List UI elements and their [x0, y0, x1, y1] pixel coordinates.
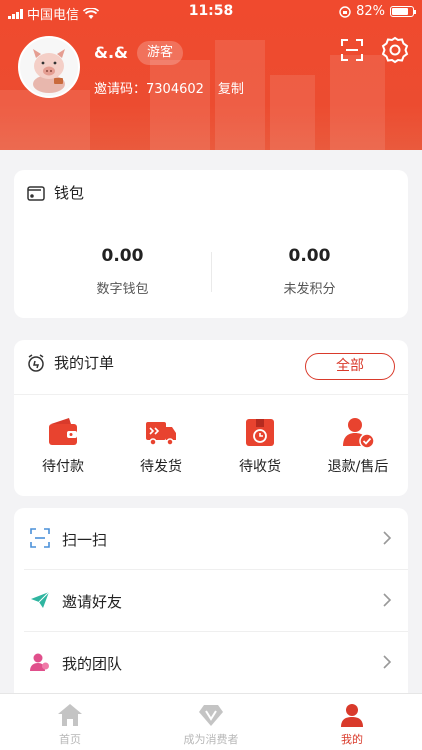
order-pending-payment[interactable]: 待付款 [14, 414, 112, 476]
profile-header: 中国电信 11:58 82% &.& 游客 邀请码：7304602 复制 [0, 0, 422, 150]
order-pending-receipt-label: 待收货 [239, 459, 281, 475]
digital-wallet-value: 0.00 [101, 246, 144, 266]
orders-divider [14, 394, 408, 395]
role-badge: 游客 [137, 41, 184, 65]
order-pending-receipt[interactable]: 待收货 [211, 414, 309, 476]
building-decoration [0, 90, 90, 150]
invite-code: 邀请码：7304602 [94, 82, 204, 97]
copy-button[interactable]: 复制 [218, 78, 244, 97]
building-decoration [270, 75, 315, 150]
gear-icon[interactable] [381, 36, 409, 64]
order-refund-aftersale-label: 退款/售后 [327, 459, 389, 475]
home-icon [58, 704, 82, 726]
orders-title-text: 我的订单 [54, 354, 115, 372]
scan-icon [30, 528, 50, 548]
profile-icon [341, 704, 363, 727]
menu-item-my-team[interactable]: 我的团队 [14, 632, 408, 694]
wallet-icon [49, 418, 77, 445]
orders-card: 我的订单 全部 待付款 待发货 待收货 退款/售后 [14, 340, 408, 496]
menu-item-my-team-label: 我的团队 [62, 655, 123, 673]
building-decoration [330, 55, 385, 150]
wallet-card: 钱包 0.00 数字钱包 0.00 未发积分 [14, 170, 408, 318]
menu-item-invite-friends-label: 邀请好友 [62, 593, 123, 611]
alarm-clock-icon [28, 353, 44, 372]
scan-icon[interactable] [340, 38, 364, 62]
diamond-v-icon [199, 705, 223, 726]
pig-avatar-icon [20, 38, 78, 96]
package-icon [246, 419, 274, 446]
unissued-points[interactable]: 0.00 未发积分 [211, 246, 408, 297]
building-decoration [150, 60, 210, 150]
wallet-outline-icon [27, 185, 45, 201]
status-bar: 中国电信 11:58 82% [0, 0, 422, 24]
unissued-points-label: 未发积分 [283, 282, 336, 297]
team-icon [30, 653, 49, 671]
order-pending-shipment-label: 待发货 [140, 459, 182, 475]
unissued-points-value: 0.00 [288, 246, 331, 266]
battery-percent: 82% [356, 4, 385, 19]
tab-home[interactable]: 首页 [0, 702, 140, 747]
menu-item-scan[interactable]: 扫一扫 [14, 508, 408, 570]
wallet-title-text: 钱包 [54, 184, 85, 202]
tab-bar: 首页 成为消费者 我的 [0, 693, 422, 750]
username: &.& [94, 43, 128, 62]
truck-icon [146, 422, 176, 446]
tab-home-label: 首页 [59, 733, 81, 746]
chevron-right-icon [383, 593, 392, 607]
all-orders-button[interactable]: 全部 [305, 353, 395, 380]
refund-user-icon [343, 418, 375, 449]
chevron-right-icon [383, 531, 392, 545]
wallet-title: 钱包 [26, 182, 84, 203]
digital-wallet-label: 数字钱包 [96, 282, 149, 297]
paper-plane-icon [31, 591, 50, 608]
tab-become-consumer[interactable]: 成为消费者 [141, 702, 281, 747]
menu-item-scan-label: 扫一扫 [62, 531, 108, 549]
avatar[interactable] [18, 36, 80, 98]
order-refund-aftersale[interactable]: 退款/售后 [309, 414, 407, 476]
tab-mine-label: 我的 [341, 733, 363, 746]
tab-mine[interactable]: 我的 [282, 702, 422, 747]
digital-wallet[interactable]: 0.00 数字钱包 [26, 246, 219, 297]
tab-become-consumer-label: 成为消费者 [183, 733, 239, 746]
order-pending-payment-label: 待付款 [42, 459, 84, 475]
invite-code-row: 邀请码：7304602 复制 [94, 78, 244, 97]
order-pending-shipment[interactable]: 待发货 [112, 414, 210, 476]
battery-icon [390, 6, 416, 17]
orders-title: 我的订单 [26, 352, 114, 373]
chevron-right-icon [383, 655, 392, 669]
menu-item-invite-friends[interactable]: 邀请好友 [14, 570, 408, 632]
menu-card: 扫一扫 邀请好友 我的团队 [14, 508, 408, 703]
orientation-lock-icon [339, 5, 351, 18]
